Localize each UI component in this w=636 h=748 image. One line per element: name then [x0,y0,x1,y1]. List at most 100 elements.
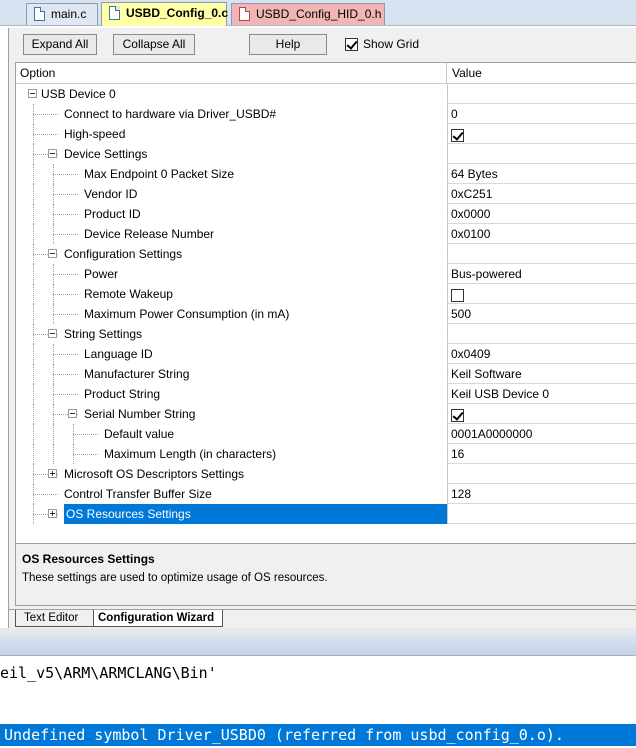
expand-icon[interactable] [48,509,57,518]
collapse-icon[interactable] [48,149,57,158]
option-label[interactable]: Configuration Settings [64,244,182,264]
option-label[interactable]: Manufacturer String [84,364,189,384]
file-tab-main-c[interactable]: main.c [26,3,98,25]
collapse-icon[interactable] [68,409,77,418]
tree-connector [33,204,34,224]
tree-row[interactable]: Product ID 0x0000 [16,204,636,224]
tree-row[interactable]: USB Device 0 [16,84,636,104]
tree-connector [73,454,98,455]
output-line-selected[interactable]: Undefined symbol Driver_USBD0 (referred … [0,724,636,746]
tree-row[interactable]: Manufacturer String Keil Software [16,364,636,384]
option-label[interactable]: Serial Number String [84,404,195,424]
tree-row[interactable]: High-speed [16,124,636,144]
tree-row[interactable]: Power Bus-powered [16,264,636,284]
option-value[interactable]: 0x0409 [447,344,636,364]
help-button[interactable]: Help [249,34,327,55]
option-value[interactable]: 64 Bytes [447,164,636,184]
tree-row[interactable]: Serial Number String [16,404,636,424]
tree-connector [53,204,54,224]
tree-row[interactable]: Max Endpoint 0 Packet Size 64 Bytes [16,164,636,184]
option-value[interactable] [447,504,636,524]
option-value[interactable] [447,324,636,344]
option-value[interactable]: Keil Software [447,364,636,384]
option-checkbox[interactable] [451,409,464,423]
column-header-option[interactable]: Option [20,66,55,80]
option-label[interactable]: Remote Wakeup [84,284,173,304]
tree-connector [33,264,34,284]
option-value[interactable]: 0001A0000000 [447,424,636,444]
option-label[interactable]: Maximum Length (in characters) [104,444,276,464]
collapse-icon[interactable] [28,89,37,98]
option-value[interactable]: 16 [447,444,636,464]
tree-row[interactable]: Maximum Length (in characters) 16 [16,444,636,464]
show-grid-toggle[interactable]: Show Grid [345,37,419,53]
expand-icon[interactable] [48,469,57,478]
option-checkbox[interactable] [451,289,464,303]
tree-row[interactable]: Language ID 0x0409 [16,344,636,364]
collapse-all-button[interactable]: Collapse All [113,34,195,55]
option-value[interactable] [447,404,636,424]
option-value[interactable] [447,464,636,484]
tree-row[interactable]: String Settings [16,324,636,344]
tree-row[interactable]: Microsoft OS Descriptors Settings [16,464,636,484]
option-label[interactable]: Control Transfer Buffer Size [64,484,212,504]
tree-row[interactable]: Device Release Number 0x0100 [16,224,636,244]
option-value[interactable]: 500 [447,304,636,324]
option-label[interactable]: Max Endpoint 0 Packet Size [84,164,234,184]
tree-row[interactable]: Control Transfer Buffer Size 128 [16,484,636,504]
tree-row[interactable]: Connect to hardware via Driver_USBD# 0 [16,104,636,124]
column-header-value[interactable]: Value [452,66,482,80]
option-label[interactable]: USB Device 0 [41,84,116,104]
option-label[interactable]: String Settings [64,324,142,344]
tree-row[interactable]: OS Resources Settings [16,504,636,524]
tree-row[interactable]: Product String Keil USB Device 0 [16,384,636,404]
show-grid-checkbox[interactable] [345,38,358,52]
option-label[interactable]: Connect to hardware via Driver_USBD# [64,104,276,124]
option-value[interactable] [447,144,636,164]
tree-row[interactable]: Device Settings [16,144,636,164]
option-value[interactable] [447,124,636,144]
option-value[interactable]: 0x0100 [447,224,636,244]
tree-row[interactable]: Default value 0001A0000000 [16,424,636,444]
option-label[interactable]: Product String [84,384,160,404]
option-value[interactable]: 0 [447,104,636,124]
expand-all-button[interactable]: Expand All [23,34,97,55]
file-tab-usbd-config[interactable]: USBD_Config_0.c [101,2,228,26]
file-tab-usbd-config-hid[interactable]: USBD_Config_HID_0.h [231,3,385,25]
option-label[interactable]: Device Settings [64,144,147,164]
option-label[interactable]: Power [84,264,118,284]
tab-text-editor[interactable]: Text Editor [15,610,93,627]
file-tab-label: USBD_Config_HID_0.h [256,7,382,21]
option-label[interactable]: Default value [104,424,174,444]
option-value[interactable] [447,284,636,304]
option-checkbox[interactable] [451,129,464,143]
option-label[interactable]: Device Release Number [84,224,214,244]
tab-configuration-wizard[interactable]: Configuration Wizard [93,610,223,627]
option-value[interactable]: Bus-powered [447,264,636,284]
tree-row[interactable]: Configuration Settings [16,244,636,264]
option-value[interactable]: 0x0000 [447,204,636,224]
option-value[interactable]: Keil USB Device 0 [447,384,636,404]
tree-connector [33,504,34,524]
collapse-icon[interactable] [48,249,57,258]
option-label[interactable]: High-speed [64,124,125,144]
tree-row[interactable]: Maximum Power Consumption (in mA) 500 [16,304,636,324]
tree-row[interactable]: Vendor ID 0xC251 [16,184,636,204]
option-value[interactable]: 128 [447,484,636,504]
option-label[interactable]: Microsoft OS Descriptors Settings [64,464,244,484]
option-label[interactable]: Vendor ID [84,184,137,204]
option-label[interactable]: Maximum Power Consumption (in mA) [84,304,289,324]
option-value[interactable]: 0xC251 [447,184,636,204]
tree-connector [53,274,78,275]
tree-connector [53,444,54,464]
option-label[interactable]: Product ID [84,204,141,224]
collapse-icon[interactable] [48,329,57,338]
column-divider[interactable] [446,63,447,84]
tree-row[interactable]: Remote Wakeup [16,284,636,304]
option-label[interactable]: Language ID [84,344,153,364]
tree-connector [53,304,54,324]
option-value[interactable] [447,244,636,264]
options-grid: Option Value USB Device 0 Connect to hard… [15,62,636,544]
option-label[interactable]: OS Resources Settings [64,504,447,524]
option-value[interactable] [447,84,636,104]
